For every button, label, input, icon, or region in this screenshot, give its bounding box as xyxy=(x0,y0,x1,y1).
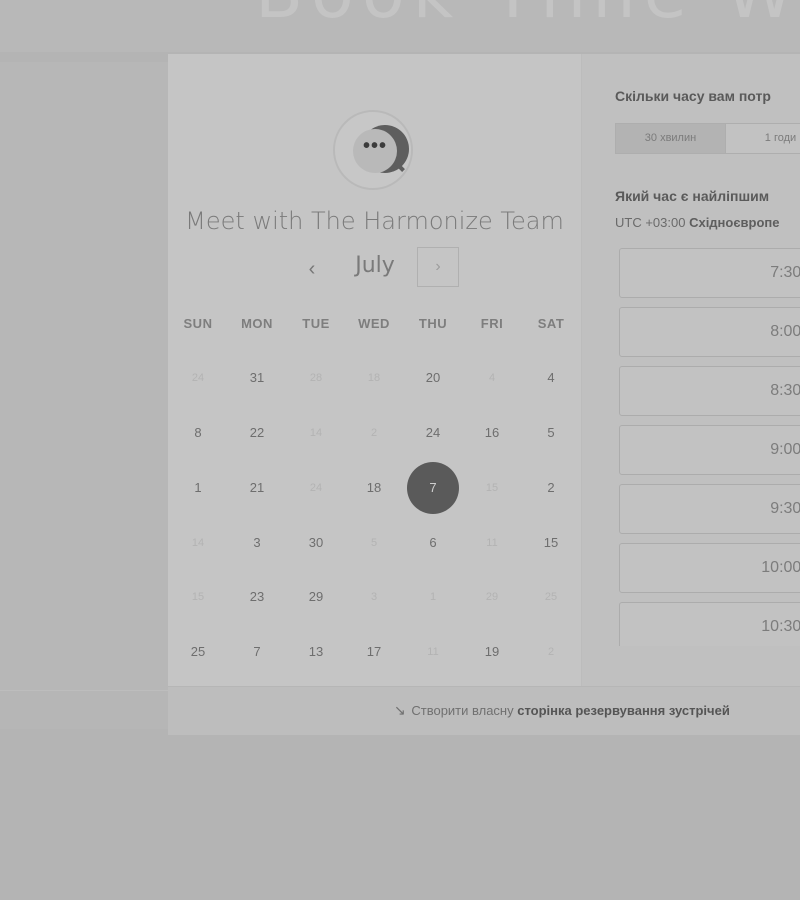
footer-link-strong: сторінка резервування зустрічей xyxy=(517,703,730,718)
page-heading: Book Time With xyxy=(255,0,800,34)
calendar-day: 29 xyxy=(485,591,499,603)
calendar-day[interactable]: 6 xyxy=(413,523,453,563)
calendar-day[interactable]: 5 xyxy=(531,413,571,453)
calendar-day: 1 xyxy=(429,591,437,603)
calendar-day: 11 xyxy=(427,646,439,658)
time-question: Який час є найліпшим xyxy=(615,188,770,204)
calendar-day[interactable]: 15 xyxy=(531,523,571,563)
calendar-day[interactable]: 7 xyxy=(237,632,277,672)
widget-footer: ↘ Створити власну сторінка резервування … xyxy=(168,686,800,735)
footer-link-prefix: Створити власну xyxy=(411,703,514,718)
timezone-name: Східноєвропе xyxy=(689,215,780,230)
background-footer-strip xyxy=(0,690,168,729)
calendar-day: 11 xyxy=(486,537,498,549)
calendar-day: 4 xyxy=(488,372,496,384)
calendar-day[interactable]: 3 xyxy=(237,523,277,563)
calendar-day: 14 xyxy=(309,427,323,439)
calendar-day[interactable]: 2 xyxy=(531,468,571,508)
booking-panel: Скільки часу вам потр 30 хвилин 1 годи Я… xyxy=(582,54,800,686)
calendar-day[interactable]: 24 xyxy=(413,413,453,453)
duration-tab-30-min[interactable]: 30 хвилин xyxy=(615,123,726,154)
time-slot-button[interactable]: 8:30 pm xyxy=(619,366,800,416)
background-strip xyxy=(0,62,168,690)
time-slot-button[interactable]: 9:30 pm xyxy=(619,484,800,534)
calendar-day[interactable]: 21 xyxy=(237,468,277,508)
timezone-offset: UTC +03:00 xyxy=(615,215,686,230)
timezone-label[interactable]: UTC +03:00 Східноєвропе xyxy=(615,215,780,230)
calendar-day: 5 xyxy=(370,537,378,549)
calendar-day[interactable]: 17 xyxy=(354,632,394,672)
calendar-day[interactable]: 29 xyxy=(296,577,336,617)
calendar-day[interactable]: 30 xyxy=(296,523,336,563)
calendar-day[interactable]: 22 xyxy=(237,413,277,453)
calendar-day[interactable]: 16 xyxy=(472,413,512,453)
duration-tab-1-hour[interactable]: 1 годи xyxy=(725,123,800,154)
page-header: Book Time With xyxy=(0,0,800,52)
calendar-day: 2 xyxy=(547,646,555,658)
time-slot-list[interactable]: 7:30 pm 8:00 pm 8:30 pm 9:00 pm 9:30 pm 10:00… xyxy=(619,248,800,646)
time-slot-button[interactable]: 10:00 pm xyxy=(619,543,800,593)
meetings-widget: ••• Meet with The Harmonize Team ‹ July … xyxy=(168,54,800,735)
calendar-day[interactable]: 20 xyxy=(413,358,453,398)
duration-question: Скільки часу вам потр xyxy=(615,88,771,104)
create-booking-page-link[interactable]: ↘ Створити власну сторінка резервування … xyxy=(394,702,730,719)
calendar-day[interactable]: 4 xyxy=(531,358,571,398)
calendar-day: 14 xyxy=(191,537,205,549)
calendar-day: 15 xyxy=(191,591,205,603)
calendar-day[interactable]: 13 xyxy=(296,632,336,672)
calendar-day[interactable]: 1 xyxy=(178,468,218,508)
time-slot-button[interactable]: 10:30 pm xyxy=(619,602,800,646)
calendar-day: 18 xyxy=(367,372,381,384)
time-slot-button[interactable]: 7:30 pm xyxy=(619,248,800,298)
calendar-day: 24 xyxy=(309,482,323,494)
arrow-link-icon: ↘ xyxy=(394,702,406,718)
calendar-grid: 24 31 28 18 20 4 4 8 22 14 2 24 16 5 1 21 24 18 7 15 2 14 3 30 5… xyxy=(168,54,581,686)
calendar-day: 24 xyxy=(191,372,205,384)
time-slot-button[interactable]: 9:00 pm xyxy=(619,425,800,475)
calendar-day: 25 xyxy=(544,591,558,603)
calendar-day[interactable]: 18 xyxy=(354,468,394,508)
calendar-day[interactable]: 25 xyxy=(178,632,218,672)
calendar-day[interactable]: 19 xyxy=(472,632,512,672)
calendar-day-selected[interactable]: 7 xyxy=(407,462,459,514)
calendar-day[interactable]: 23 xyxy=(237,577,277,617)
calendar-day[interactable]: 31 xyxy=(237,358,277,398)
calendar-panel: ••• Meet with The Harmonize Team ‹ July … xyxy=(168,54,582,686)
calendar-day[interactable]: 8 xyxy=(178,413,218,453)
time-slot-button[interactable]: 8:00 pm xyxy=(619,307,800,357)
calendar-day: 15 xyxy=(485,482,499,494)
duration-selector: 30 хвилин 1 годи xyxy=(615,123,800,154)
calendar-day: 3 xyxy=(370,591,378,603)
calendar-day: 28 xyxy=(309,372,323,384)
calendar-day: 2 xyxy=(370,427,378,439)
